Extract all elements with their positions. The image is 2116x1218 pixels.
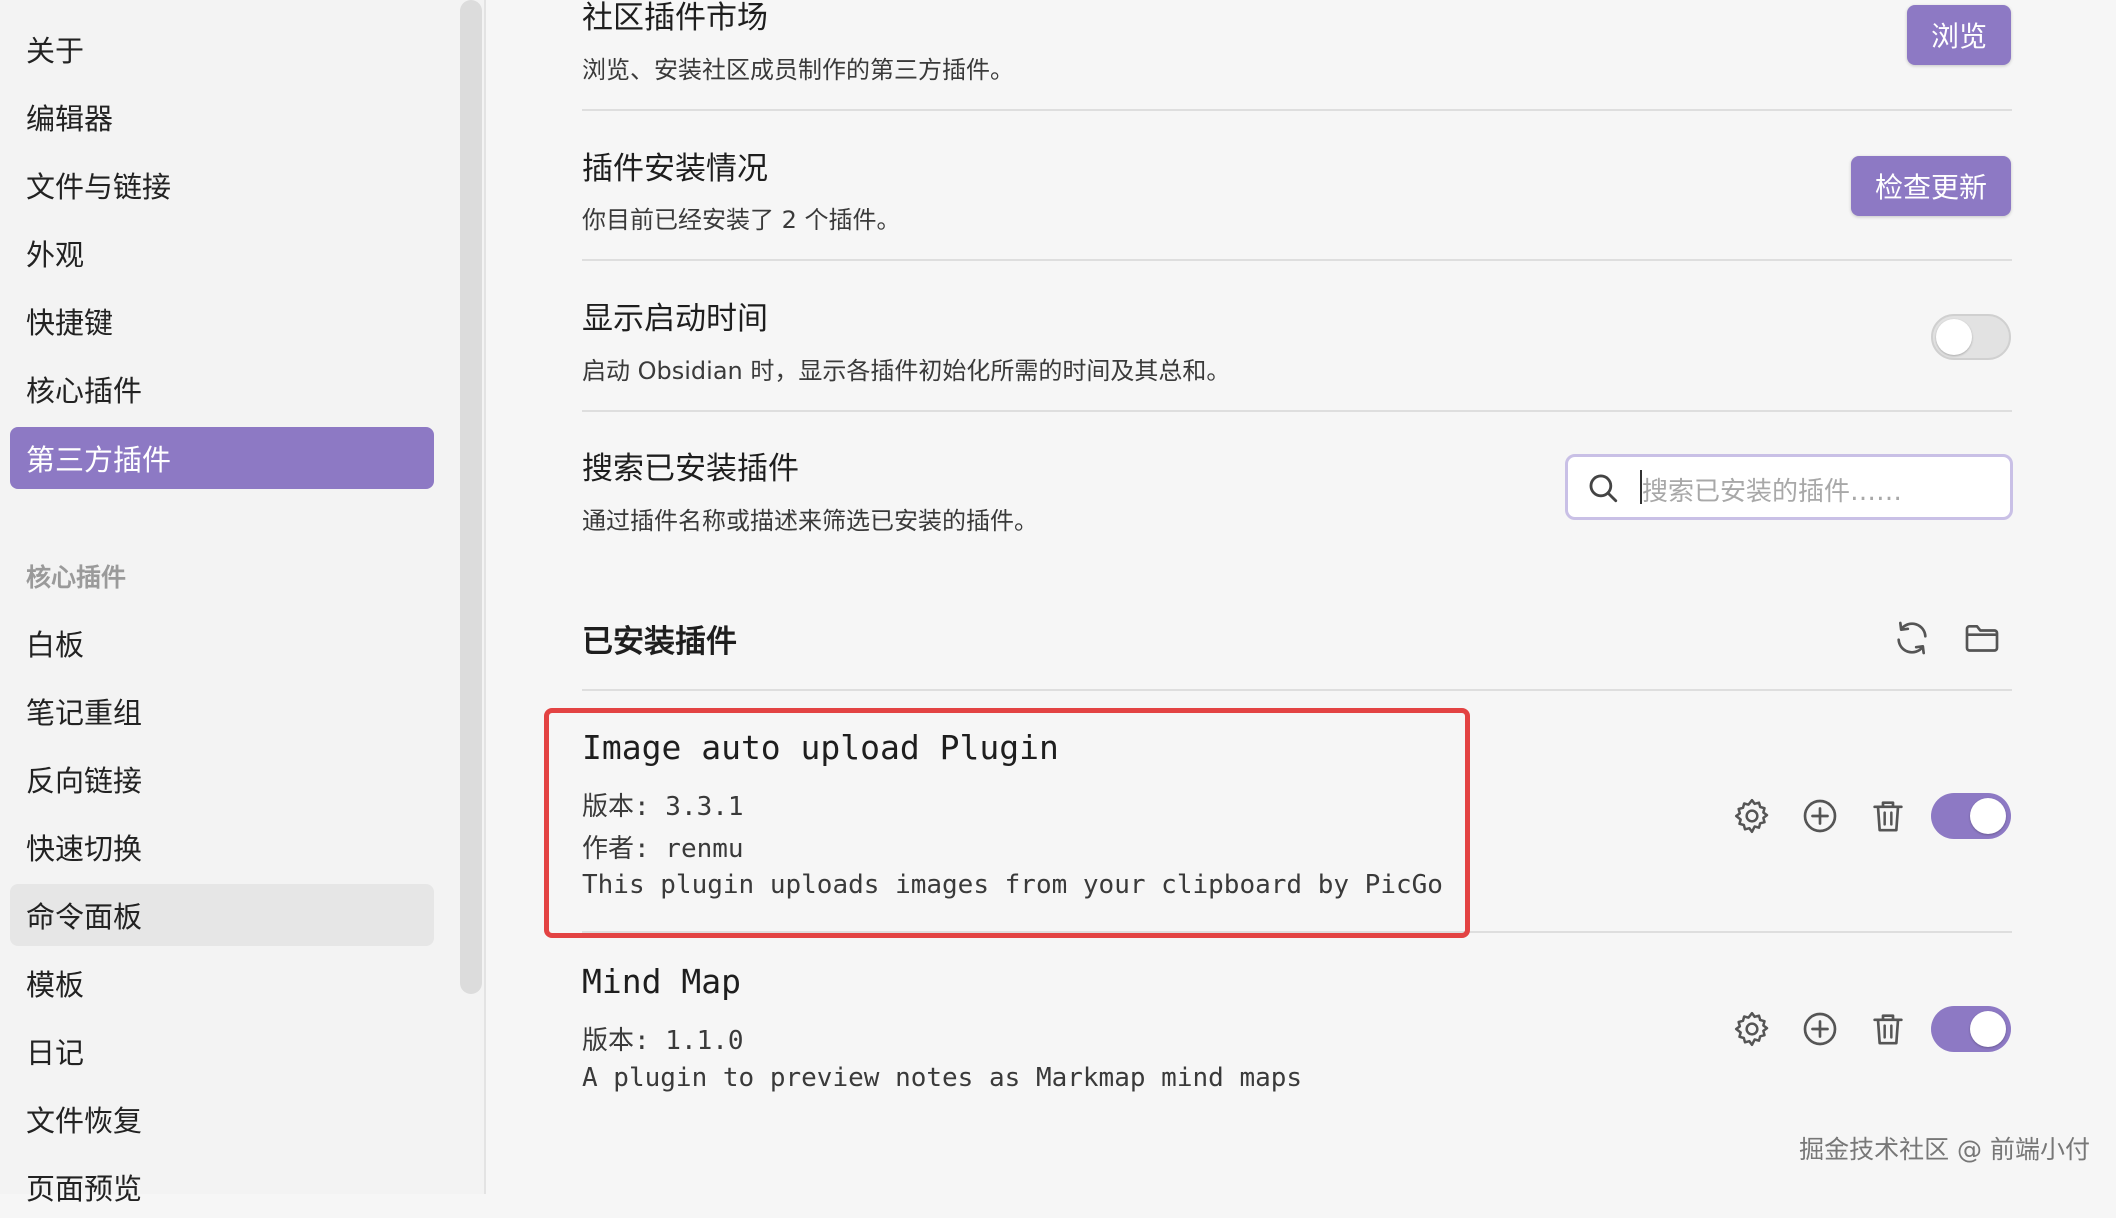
folder-icon	[1965, 625, 1999, 652]
sidebar-item-core-plugins[interactable]: 核心插件	[10, 358, 434, 420]
sidebar-item-note-composer[interactable]: 笔记重组	[10, 680, 434, 742]
sidebar-item-page-preview[interactable]: 页面预览	[10, 1156, 434, 1218]
plugin-hotkeys-button[interactable]	[1800, 1009, 1840, 1049]
sidebar-item-backlinks[interactable]: 反向链接	[10, 748, 434, 810]
setting-desc-startup-time: 启动 Obsidian 时，显示各插件初始化所需的时间及其总和。	[582, 357, 1231, 385]
trash-icon	[1873, 1014, 1903, 1045]
sidebar-item-label: 白板	[26, 628, 85, 662]
divider	[582, 109, 2012, 111]
gear-icon	[1734, 798, 1769, 834]
sidebar-item-community-plugins[interactable]: 第三方插件	[10, 427, 434, 489]
setting-desc-search: 通过插件名称或描述来筛选已安装的插件。	[582, 507, 1038, 535]
gear-icon	[1734, 1011, 1769, 1047]
sidebar-item-label: 笔记重组	[26, 696, 143, 730]
startup-time-toggle[interactable]	[1931, 314, 2011, 360]
search-installed-input[interactable]: 搜索已安装的插件……	[1565, 454, 2013, 520]
settings-sidebar: 关于 编辑器 文件与链接 外观 快捷键 核心插件 第三方插件 核心插件 白板 笔…	[0, 0, 486, 1206]
sidebar-item-command-palette[interactable]: 命令面板	[10, 884, 434, 946]
plugin-version: 版本: 1.1.0	[582, 1026, 744, 1056]
sidebar-item-file-recovery[interactable]: 文件恢复	[10, 1088, 434, 1150]
plus-circle-icon	[1803, 799, 1837, 833]
setting-desc-community: 浏览、安装社区成员制作的第三方插件。	[582, 56, 1014, 84]
setting-name-installed-status: 插件安装情况	[582, 151, 768, 187]
sidebar-item-label: 关于	[26, 34, 85, 68]
sidebar-item-label: 第三方插件	[26, 443, 172, 477]
plus-circle-icon	[1803, 1012, 1837, 1046]
setting-name-startup-time: 显示启动时间	[582, 301, 768, 337]
divider	[582, 410, 2012, 412]
installed-plugins-heading: 已安装插件	[582, 624, 737, 660]
plugin-options-button[interactable]	[1732, 1009, 1772, 1049]
highlight-annotation-box	[544, 708, 1470, 938]
toggle-knob	[1936, 319, 1972, 355]
reload-plugins-button[interactable]	[1892, 618, 1932, 658]
sidebar-item-canvas[interactable]: 白板	[10, 612, 434, 674]
divider	[582, 689, 2012, 691]
plugin-enabled-toggle[interactable]	[1931, 793, 2011, 839]
search-placeholder: 搜索已安装的插件……	[1642, 477, 1903, 507]
sidebar-item-templates[interactable]: 模板	[10, 952, 434, 1014]
watermark: 掘金技术社区 @ 前端小付	[1799, 1135, 2090, 1164]
sidebar-item-label: 反向链接	[26, 764, 143, 798]
sidebar-item-about[interactable]: 关于	[10, 18, 434, 80]
sidebar-scrollbar[interactable]	[460, 0, 482, 994]
plugin-enabled-toggle[interactable]	[1931, 1006, 2011, 1052]
plugin-options-button[interactable]	[1732, 796, 1772, 836]
sidebar-item-appearance[interactable]: 外观	[10, 222, 434, 284]
plugin-uninstall-button[interactable]	[1868, 796, 1908, 836]
plugin-hotkeys-button[interactable]	[1800, 796, 1840, 836]
sidebar-item-files-links[interactable]: 文件与链接	[10, 154, 434, 216]
open-plugins-folder-button[interactable]	[1962, 618, 2002, 658]
setting-name-community: 社区插件市场	[582, 0, 768, 36]
setting-name-search: 搜索已安装插件	[582, 451, 799, 487]
reload-icon	[1897, 621, 1927, 655]
plugin-name: Mind Map	[582, 962, 741, 1001]
divider	[582, 259, 2012, 261]
sidebar-item-hotkeys[interactable]: 快捷键	[10, 290, 434, 352]
sidebar-item-label: 页面预览	[26, 1172, 143, 1206]
sidebar-item-editor[interactable]: 编辑器	[10, 86, 434, 148]
setting-desc-installed-status: 你目前已经安装了 2 个插件。	[582, 206, 901, 234]
sidebar-item-label: 模板	[26, 968, 85, 1002]
sidebar-item-label: 快捷键	[26, 306, 114, 340]
trash-icon	[1873, 801, 1903, 832]
sidebar-item-quick-switcher[interactable]: 快速切换	[10, 816, 434, 878]
plugin-description: A plugin to preview notes as Markmap min…	[582, 1063, 1303, 1093]
settings-content: 社区插件市场 浏览、安装社区成员制作的第三方插件。 浏览 插件安装情况 你目前已…	[486, 0, 2116, 1194]
sidebar-item-label: 外观	[26, 238, 85, 272]
toggle-knob	[1970, 798, 2006, 834]
sidebar-item-label: 命令面板	[26, 900, 143, 934]
sidebar-section-heading: 核心插件	[26, 563, 127, 592]
sidebar-item-label: 编辑器	[26, 102, 114, 136]
sidebar-item-label: 文件与链接	[26, 170, 172, 204]
check-updates-button[interactable]: 检查更新	[1851, 156, 2011, 216]
search-icon	[1589, 474, 1618, 503]
browse-button[interactable]: 浏览	[1907, 5, 2011, 65]
sidebar-item-label: 文件恢复	[26, 1104, 143, 1138]
sidebar-item-label: 核心插件	[26, 374, 143, 408]
sidebar-item-label: 快速切换	[26, 832, 143, 866]
sidebar-item-label: 日记	[26, 1036, 85, 1070]
sidebar-item-daily-notes[interactable]: 日记	[10, 1020, 434, 1082]
toggle-knob	[1970, 1011, 2006, 1047]
plugin-uninstall-button[interactable]	[1868, 1009, 1908, 1049]
